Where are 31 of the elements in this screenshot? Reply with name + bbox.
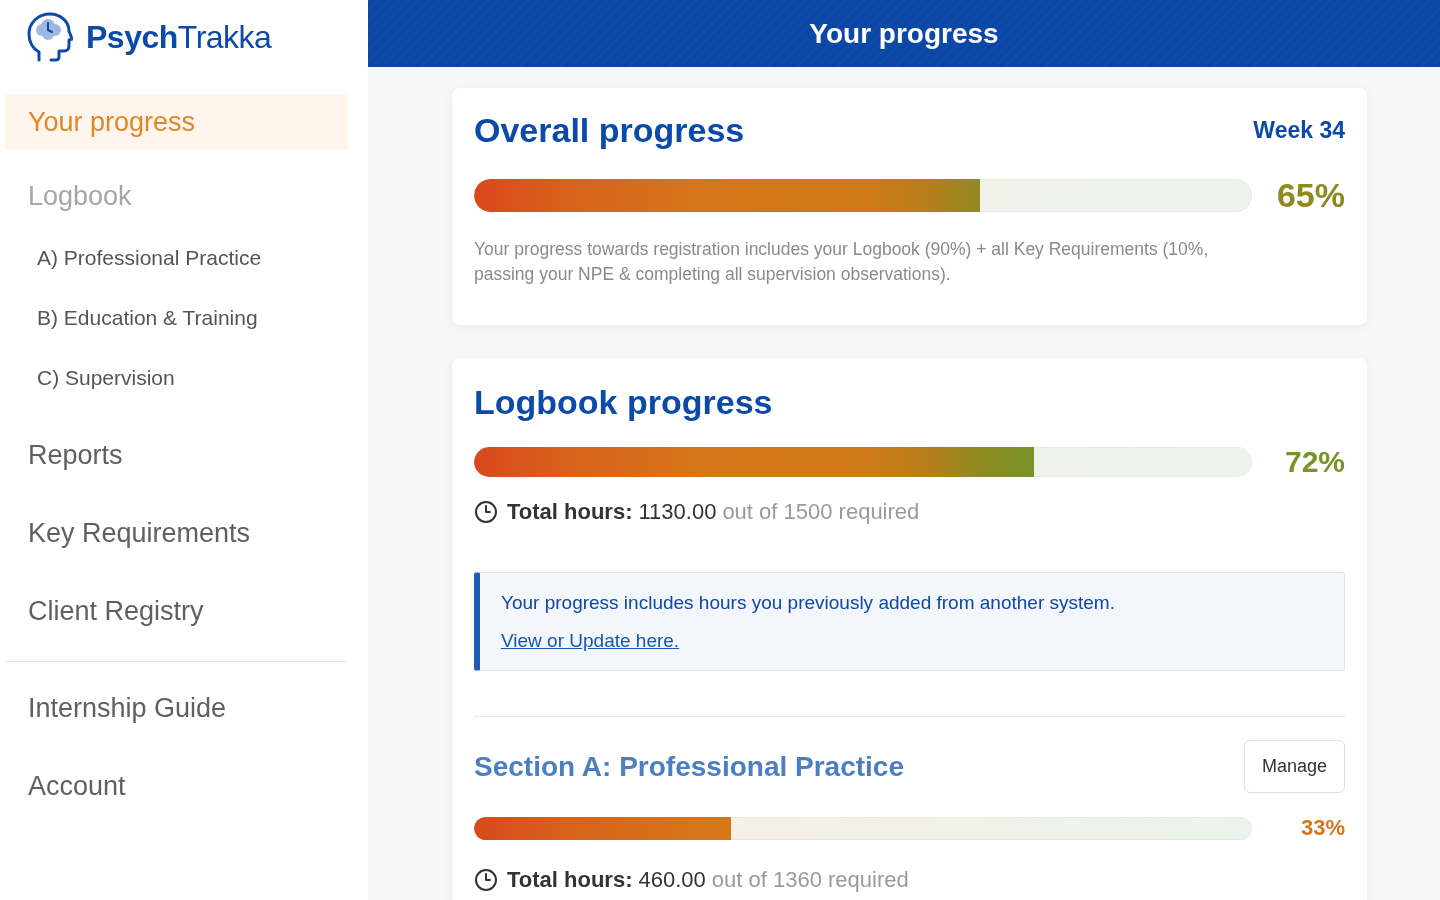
page-title: Your progress — [809, 17, 999, 50]
hours-required: out of 1360 required — [711, 867, 909, 893]
progress-percent: 72% — [1283, 445, 1345, 479]
progress-note: Your progress towards registration includes your Logbook (90%) + all Key Requirements (10%, passing your NPE & completing all supervision observations). — [474, 238, 1210, 286]
nav-item[interactable]: Account — [5, 758, 348, 814]
nav-heading: Logbook — [27, 179, 133, 213]
nav-subitem[interactable]: B) Education & Training — [5, 288, 348, 348]
week-label: Week 34 — [1253, 116, 1345, 144]
hours-value: 460.00 — [638, 867, 706, 893]
hours-label: Total hours: — [507, 499, 633, 525]
view-update-link[interactable]: View or Update here. — [501, 628, 680, 654]
nav-item[interactable]: Reports — [5, 427, 348, 483]
section-title: Section A: Professional Practice — [474, 750, 904, 783]
card-title: Logbook progress — [474, 382, 773, 422]
nav-item[interactable]: Client Registry — [5, 583, 348, 639]
logo-text: PsychTrakka — [86, 18, 272, 57]
card-title: Overall progress — [474, 110, 745, 150]
progress-percent: 33% — [1299, 815, 1345, 841]
hours-required: out of 1500 required — [722, 499, 920, 525]
clock-icon — [474, 500, 498, 524]
hours-value: 1130.00 — [638, 499, 717, 525]
clock-icon — [474, 868, 498, 892]
progress-percent: 65% — [1275, 175, 1345, 215]
manage-button[interactable]: Manage — [1243, 740, 1345, 793]
nav-subitem[interactable]: A) Professional Practice — [5, 228, 348, 288]
nav-subitem[interactable]: C) Supervision — [5, 348, 348, 408]
nav-item[interactable]: Key Requirements — [5, 505, 348, 561]
notice-text: Your progress includes hours you previously added from another system. — [501, 591, 1115, 615]
head-logo-icon — [27, 12, 73, 62]
nav-item[interactable]: Internship Guide — [5, 680, 348, 736]
hours-label: Total hours: — [507, 867, 633, 893]
